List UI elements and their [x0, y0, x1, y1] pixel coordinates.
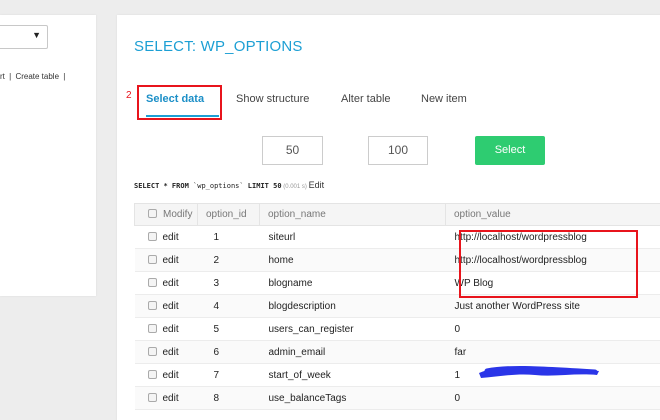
header-option-id[interactable]: option_id [197, 203, 260, 226]
row-option-value[interactable]: 0 [445, 386, 660, 410]
header-modify[interactable]: Modify [134, 203, 198, 226]
row-checkbox[interactable] [147, 254, 157, 264]
row-option-name: home [259, 248, 446, 272]
tab-show-structure[interactable]: Show structure [236, 93, 309, 105]
sql-limit-keyword: LIMIT [243, 182, 274, 190]
row-edit-link[interactable]: edit [163, 232, 179, 243]
row-option-id: 7 [197, 363, 260, 387]
main-panel: SELECT: WP_OPTIONS 2 Select data Show st… [117, 15, 660, 420]
row-option-name: start_of_week [259, 363, 446, 387]
table-row: edit 8 use_balanceTags 0 [134, 386, 660, 410]
sidebar-links: rt | Create table | [0, 72, 67, 81]
row-option-id: 4 [197, 294, 260, 318]
row-checkbox[interactable] [147, 369, 157, 379]
row-modify-cell: edit [134, 248, 198, 272]
row-modify-cell: edit [134, 294, 198, 318]
row-edit-link[interactable]: edit [163, 278, 179, 289]
header-option-name[interactable]: option_name [259, 203, 446, 226]
row-option-id: 8 [197, 386, 260, 410]
row-edit-link[interactable]: edit [163, 370, 179, 381]
row-option-name: blogdescription [259, 294, 446, 318]
tab-alter-table[interactable]: Alter table [341, 93, 391, 105]
row-option-name: use_balanceTags [259, 386, 446, 410]
row-option-value[interactable]: 0 [445, 317, 660, 341]
row-edit-link[interactable]: edit [163, 255, 179, 266]
link-separator: | [63, 72, 66, 81]
row-checkbox[interactable] [147, 300, 157, 310]
tab-new-item[interactable]: New item [421, 93, 467, 105]
row-checkbox[interactable] [147, 231, 157, 241]
row-modify-cell: edit [134, 363, 198, 387]
sql-limit-value: 50 [273, 182, 282, 190]
row-option-name: siteurl [259, 225, 446, 249]
row-edit-link[interactable]: edit [163, 393, 179, 404]
limit-input[interactable]: 50 [262, 136, 323, 165]
row-option-id: 2 [197, 248, 260, 272]
row-edit-link[interactable]: edit [163, 324, 179, 335]
row-option-name: blogname [259, 271, 446, 295]
sidebar-panel: ▼ rt | Create table | [0, 15, 96, 296]
row-option-id: 1 [197, 225, 260, 249]
select-all-checkbox[interactable] [148, 209, 157, 218]
row-modify-cell: edit [134, 340, 198, 364]
row-modify-cell: edit [134, 225, 198, 249]
text-length-input[interactable]: 100 [368, 136, 428, 165]
row-modify-cell: edit [134, 317, 198, 341]
row-edit-link[interactable]: edit [163, 301, 179, 312]
page-title: SELECT: WP_OPTIONS [134, 38, 303, 55]
create-table-link[interactable]: Create table [15, 72, 59, 81]
row-option-id: 6 [197, 340, 260, 364]
row-modify-cell: edit [134, 271, 198, 295]
row-modify-cell: edit [134, 386, 198, 410]
database-select[interactable]: ▼ [0, 25, 48, 49]
annotation-highlight-tab [137, 85, 222, 120]
row-option-name: admin_email [259, 340, 446, 364]
row-checkbox[interactable] [147, 277, 157, 287]
sql-table: `wp_options` [193, 182, 244, 190]
annotation-highlight-values [459, 230, 638, 298]
sql-prefix: SELECT * FROM [134, 182, 194, 190]
query-time: (0.001 s) [281, 184, 309, 190]
dropdown-caret-icon: ▼ [32, 30, 41, 40]
table-header-row: Modify option_id option_name option_valu… [134, 203, 660, 226]
row-option-id: 3 [197, 271, 260, 295]
table-row: edit 5 users_can_register 0 [134, 317, 660, 341]
row-checkbox[interactable] [147, 392, 157, 402]
sidebar-link-import[interactable]: rt [0, 72, 5, 81]
row-checkbox[interactable] [147, 346, 157, 356]
row-option-name: users_can_register [259, 317, 446, 341]
select-button[interactable]: Select [475, 136, 545, 165]
redaction-scribble [479, 365, 599, 378]
edit-query-link[interactable]: Edit [309, 180, 325, 190]
header-option-value[interactable]: option_value [445, 203, 660, 226]
row-edit-link[interactable]: edit [163, 347, 179, 358]
link-separator: | [9, 72, 12, 81]
sql-query-line: SELECT * FROM `wp_options` LIMIT 50 (0.0… [134, 180, 324, 190]
header-modify-label: Modify [163, 209, 193, 220]
row-option-id: 5 [197, 317, 260, 341]
row-checkbox[interactable] [147, 323, 157, 333]
